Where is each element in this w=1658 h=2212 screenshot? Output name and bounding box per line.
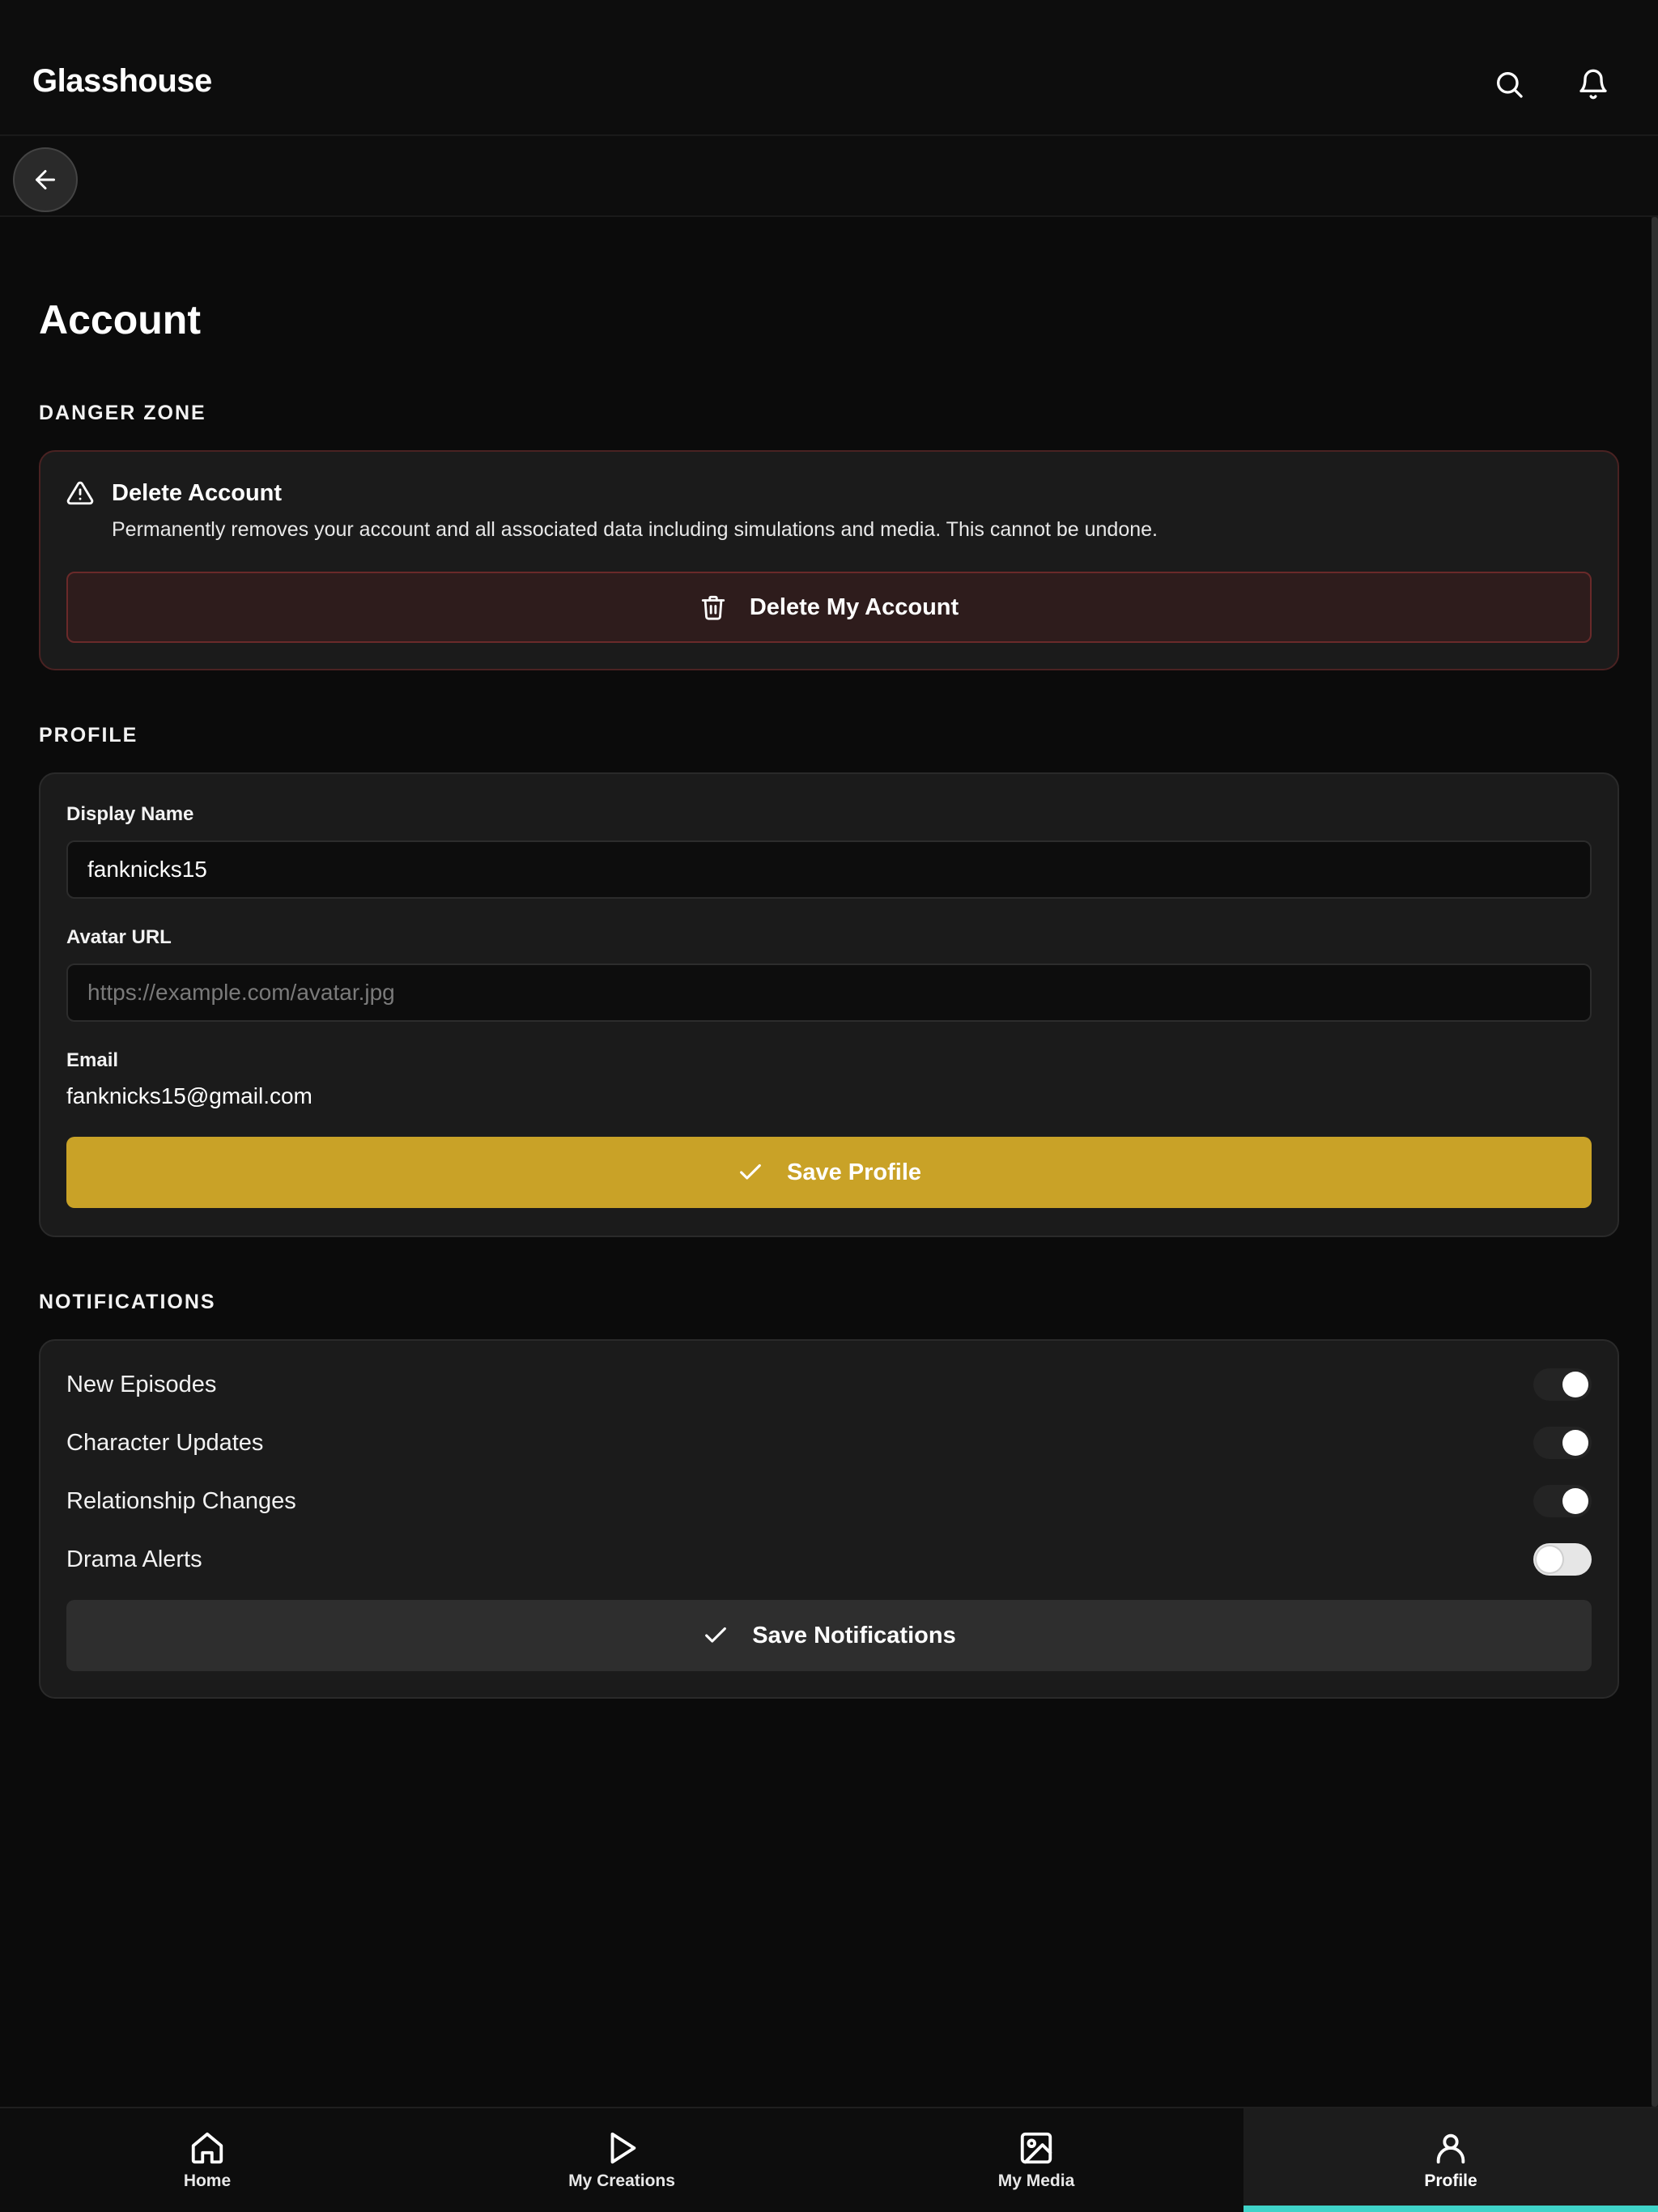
brand-logo[interactable]: Glasshouse	[32, 63, 212, 100]
arrow-left-icon	[36, 170, 55, 189]
profile-card: Display Name Avatar URL Email fanknicks1…	[39, 772, 1619, 1237]
notification-row-character-updates: Character Updates	[66, 1419, 1592, 1467]
notifications-card: New Episodes Character Updates Relations…	[39, 1339, 1619, 1699]
page-title: Account	[39, 297, 201, 342]
nav-active-indicator	[1244, 2206, 1658, 2212]
image-icon	[1020, 2132, 1052, 2164]
warning-triangle-icon	[66, 481, 94, 505]
danger-title: Delete Account	[112, 479, 283, 506]
toggle-character-updates[interactable]	[1533, 1427, 1592, 1459]
avatar-url-label: Avatar URL	[66, 926, 172, 948]
danger-description: Permanently removes your account and all…	[112, 518, 1158, 541]
nav-label-my-creations: My Creations	[568, 2172, 675, 2190]
danger-zone-card: Delete Account Permanently removes your …	[39, 450, 1619, 670]
sub-header	[0, 136, 1658, 217]
toggle-knob	[1562, 1372, 1588, 1397]
section-label-danger-zone: DANGER ZONE	[39, 402, 206, 424]
back-button[interactable]	[13, 147, 78, 212]
toggle-relationship-changes[interactable]	[1533, 1485, 1592, 1517]
danger-title-row: Delete Account	[66, 479, 282, 507]
check-icon	[705, 1627, 727, 1643]
notification-label: Character Updates	[66, 1429, 264, 1456]
save-notifications-label: Save Notifications	[752, 1622, 956, 1648]
nav-label-my-media: My Media	[997, 2172, 1075, 2190]
save-notifications-button[interactable]: Save Notifications	[66, 1600, 1592, 1671]
email-label: Email	[66, 1049, 119, 1071]
bell-icon[interactable]	[1572, 63, 1614, 105]
notification-label: Relationship Changes	[66, 1487, 296, 1514]
section-label-profile: PROFILE	[39, 724, 138, 747]
nav-label-home: Home	[183, 2172, 232, 2190]
nav-item-my-creations[interactable]: My Creations	[414, 2108, 829, 2212]
notification-row-new-episodes: New Episodes	[66, 1360, 1592, 1409]
avatar-url-input[interactable]	[66, 963, 1592, 1022]
notification-row-relationship-changes: Relationship Changes	[66, 1477, 1592, 1525]
display-name-input[interactable]	[66, 840, 1592, 899]
nav-item-home[interactable]: Home	[0, 2108, 414, 2212]
page: Glasshouse Account DANGER ZONE Delete Ac…	[0, 0, 1658, 2212]
nav-label-profile: Profile	[1424, 2172, 1477, 2190]
app-header: Glasshouse	[0, 0, 1658, 136]
section-label-notifications: NOTIFICATIONS	[39, 1291, 216, 1313]
scrollbar-thumb[interactable]	[1652, 217, 1658, 2107]
save-profile-button[interactable]: Save Profile	[66, 1137, 1592, 1208]
toggle-knob	[1562, 1488, 1588, 1514]
play-icon	[610, 2132, 636, 2164]
toggle-knob	[1537, 1546, 1562, 1572]
display-name-label: Display Name	[66, 803, 194, 825]
nav-item-my-media[interactable]: My Media	[829, 2108, 1244, 2212]
delete-account-label: Delete My Account	[749, 593, 959, 620]
save-profile-label: Save Profile	[786, 1159, 922, 1185]
toggle-knob	[1562, 1430, 1588, 1456]
toggle-drama-alerts[interactable]	[1533, 1543, 1592, 1576]
home-icon	[191, 2132, 223, 2164]
bottom-navigation: Home My Creations My Media Profile	[0, 2107, 1658, 2212]
notification-label: Drama Alerts	[66, 1546, 202, 1572]
check-icon	[740, 1163, 761, 1180]
nav-item-profile[interactable]: Profile	[1244, 2108, 1658, 2212]
notification-label: New Episodes	[66, 1371, 217, 1397]
toggle-new-episodes[interactable]	[1533, 1368, 1592, 1401]
delete-account-button[interactable]: Delete My Account	[66, 572, 1592, 643]
search-icon[interactable]	[1488, 63, 1530, 105]
user-icon	[1436, 2133, 1465, 2164]
trash-icon	[701, 595, 725, 620]
notification-row-drama-alerts: Drama Alerts	[66, 1535, 1592, 1584]
email-value: fanknicks15@gmail.com	[66, 1083, 312, 1108]
